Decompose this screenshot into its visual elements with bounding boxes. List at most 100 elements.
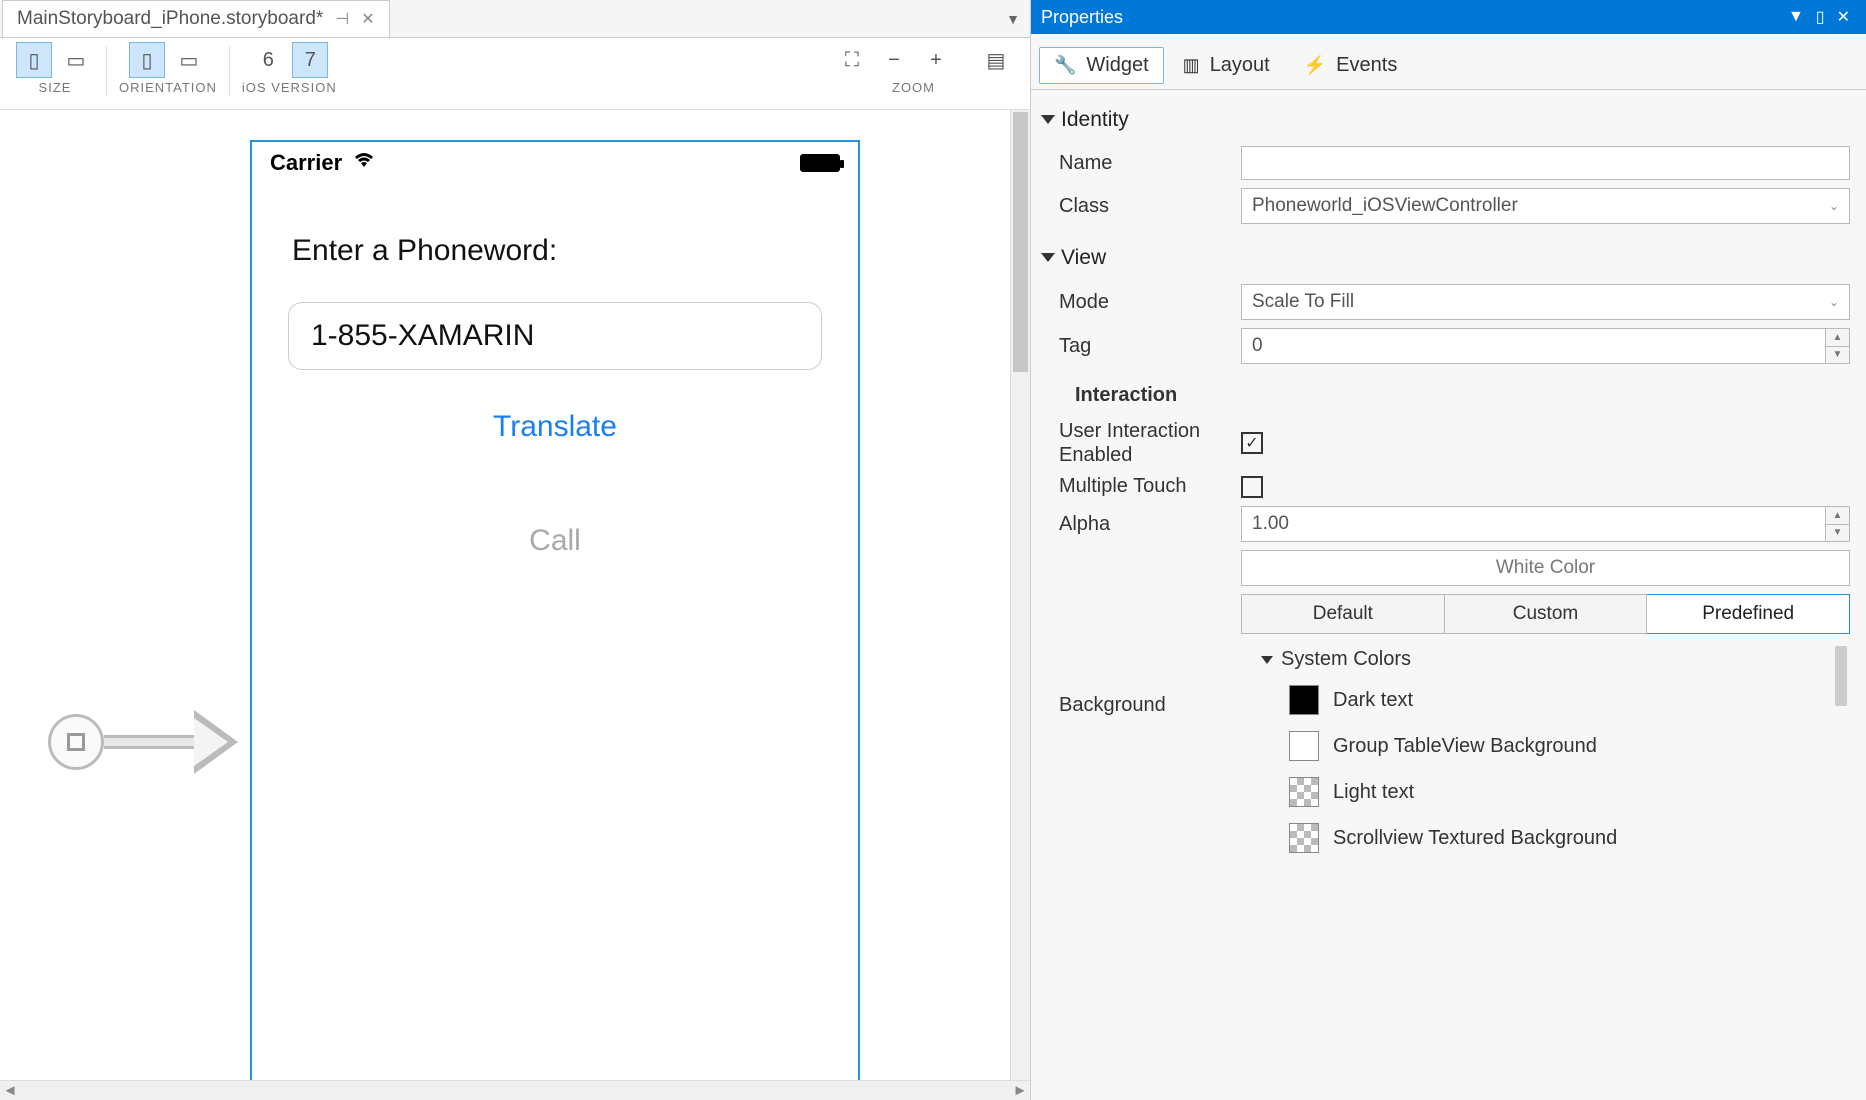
orientation-group: ▯ ▭ ORIENTATION (111, 42, 225, 95)
color-item[interactable]: Scrollview Textured Background (1261, 815, 1850, 861)
size-phone-button[interactable]: ▯ (16, 42, 52, 78)
carrier-label: Carrier (270, 150, 342, 176)
entry-circle-icon (48, 714, 104, 770)
document-tab-bar: MainStoryboard_iPhone.storyboard* ⊣ ✕ ▼ (0, 0, 1030, 38)
seg-default[interactable]: Default (1241, 594, 1445, 634)
color-item-label: Light text (1333, 781, 1414, 804)
call-button[interactable]: Call (252, 524, 858, 558)
alpha-input[interactable]: 1.00 (1241, 506, 1826, 542)
zoom-fit-button[interactable]: ⛶ (834, 42, 870, 78)
size-group: ▯ ▭ SIZE (8, 42, 102, 95)
color-item[interactable]: Light text (1261, 769, 1850, 815)
canvas-vertical-scrollbar[interactable] (1010, 110, 1030, 1080)
identity-title: Identity (1061, 108, 1129, 132)
color-item-label: Scrollview Textured Background (1333, 827, 1617, 850)
mode-select[interactable]: Scale To Fill ⌄ (1241, 284, 1850, 320)
class-value: Phoneworld_iOSViewController (1252, 195, 1518, 217)
user-interaction-label: User Interaction Enabled (1041, 419, 1241, 467)
tab-widget[interactable]: 🔧 Widget (1039, 47, 1164, 84)
tab-widget-label: Widget (1086, 54, 1148, 77)
phoneword-heading[interactable]: Enter a Phoneword: (252, 184, 858, 278)
step-down-icon[interactable]: ▼ (1826, 347, 1849, 364)
tab-events-label: Events (1336, 54, 1397, 77)
tab-events[interactable]: ⚡ Events (1289, 47, 1413, 84)
orientation-portrait-button[interactable]: ▯ (129, 42, 165, 78)
orientation-label: ORIENTATION (119, 80, 217, 95)
seg-predefined[interactable]: Predefined (1647, 594, 1850, 634)
pin-icon[interactable]: ⊣ (335, 9, 349, 29)
panel-menu-chevron-icon[interactable]: ▼ (1782, 8, 1810, 26)
designer-pane: MainStoryboard_iPhone.storyboard* ⊣ ✕ ▼ … (0, 0, 1031, 1100)
ios-version-group: 6 7 iOS VERSION (234, 42, 345, 95)
system-colors-list: System Colors Dark text Group TableView B… (1261, 642, 1850, 861)
color-item-label: Group TableView Background (1333, 735, 1597, 758)
properties-pane: Properties ▼ ▯ ✕ 🔧 Widget ▥ Layout ⚡ Eve… (1031, 0, 1866, 1100)
bolt-icon: ⚡ (1304, 55, 1326, 76)
zoom-in-button[interactable]: + (918, 42, 954, 78)
translate-button[interactable]: Translate (252, 410, 858, 444)
tab-overflow-chevron-icon[interactable]: ▼ (1006, 11, 1028, 27)
designer-toolbar: ▯ ▭ SIZE ▯ ▭ ORIENTATION 6 7 iOS VERSIO (0, 38, 1030, 110)
step-down-icon[interactable]: ▼ (1826, 525, 1849, 542)
color-swatch-icon (1289, 731, 1319, 761)
zoom-group: ⛶ − + ▤ ZOOM (826, 42, 1022, 95)
pin-panel-icon[interactable]: ▯ (1810, 7, 1831, 27)
tag-stepper[interactable]: ▲▼ (1826, 328, 1850, 364)
seg-custom[interactable]: Custom (1445, 594, 1648, 634)
name-label: Name (1041, 152, 1241, 175)
size-tablet-button[interactable]: ▭ (58, 42, 94, 78)
mode-value: Scale To Fill (1252, 291, 1354, 313)
tab-layout-label: Layout (1210, 54, 1270, 77)
system-colors-header[interactable]: System Colors (1261, 642, 1850, 677)
ios6-button[interactable]: 6 (250, 42, 286, 78)
step-up-icon[interactable]: ▲ (1826, 329, 1849, 347)
color-swatch-icon (1289, 685, 1319, 715)
tag-label: Tag (1041, 335, 1241, 358)
properties-header: Properties ▼ ▯ ✕ (1031, 0, 1866, 34)
properties-title: Properties (1041, 7, 1123, 28)
user-interaction-checkbox[interactable]: ✓ (1241, 432, 1263, 454)
canvas-horizontal-scrollbar[interactable]: ◄ ► (0, 1080, 1030, 1100)
properties-body: Identity Name Class Phoneworld_iOSViewCo… (1031, 90, 1866, 1100)
constraints-button[interactable]: ▤ (978, 42, 1014, 78)
zoom-label: ZOOM (892, 80, 935, 95)
tag-input[interactable]: 0 (1241, 328, 1826, 364)
phoneword-textfield[interactable]: 1-855-XAMARIN (288, 302, 822, 370)
wifi-icon (352, 151, 376, 175)
canvas-wrap: Carrier Enter a Phoneword: 1-855-XAMARIN… (0, 110, 1030, 1100)
close-panel-icon[interactable]: ✕ (1831, 7, 1856, 27)
caret-icon (1261, 656, 1273, 664)
multiple-touch-checkbox[interactable] (1241, 476, 1263, 498)
zoom-out-button[interactable]: − (876, 42, 912, 78)
viewcontroller-preview[interactable]: Carrier Enter a Phoneword: 1-855-XAMARIN… (250, 140, 860, 1100)
class-select[interactable]: Phoneworld_iOSViewController ⌄ (1241, 188, 1850, 224)
background-segment: Default Custom Predefined (1241, 594, 1850, 634)
alpha-stepper[interactable]: ▲▼ (1826, 506, 1850, 542)
initial-viewcontroller-arrow[interactable] (48, 710, 238, 774)
colors-scrollbar[interactable] (1835, 646, 1847, 706)
name-input[interactable] (1241, 146, 1850, 180)
scroll-left-icon[interactable]: ◄ (0, 1082, 20, 1099)
color-item[interactable]: Group TableView Background (1261, 723, 1850, 769)
identity-header[interactable]: Identity (1041, 102, 1850, 138)
view-header[interactable]: View (1041, 240, 1850, 276)
orientation-landscape-button[interactable]: ▭ (171, 42, 207, 78)
battery-icon (800, 154, 840, 172)
document-tab-title: MainStoryboard_iPhone.storyboard* (17, 8, 323, 30)
ruler-icon: ▥ (1183, 55, 1200, 76)
size-label: SIZE (39, 80, 72, 95)
section-identity: Identity Name Class Phoneworld_iOSViewCo… (1041, 102, 1850, 224)
chevron-down-icon: ⌄ (1829, 199, 1839, 213)
ios7-button[interactable]: 7 (292, 42, 328, 78)
canvas[interactable]: Carrier Enter a Phoneword: 1-855-XAMARIN… (0, 110, 1010, 1080)
document-tab[interactable]: MainStoryboard_iPhone.storyboard* ⊣ ✕ (2, 0, 390, 37)
scroll-right-icon[interactable]: ► (1010, 1082, 1030, 1099)
step-up-icon[interactable]: ▲ (1826, 507, 1849, 525)
ios-version-label: iOS VERSION (242, 80, 337, 95)
multiple-touch-label: Multiple Touch (1041, 475, 1241, 498)
background-value[interactable]: White Color (1241, 550, 1850, 586)
color-item[interactable]: Dark text (1261, 677, 1850, 723)
tab-layout[interactable]: ▥ Layout (1168, 47, 1285, 84)
close-icon[interactable]: ✕ (361, 9, 374, 29)
system-colors-title: System Colors (1281, 648, 1411, 671)
